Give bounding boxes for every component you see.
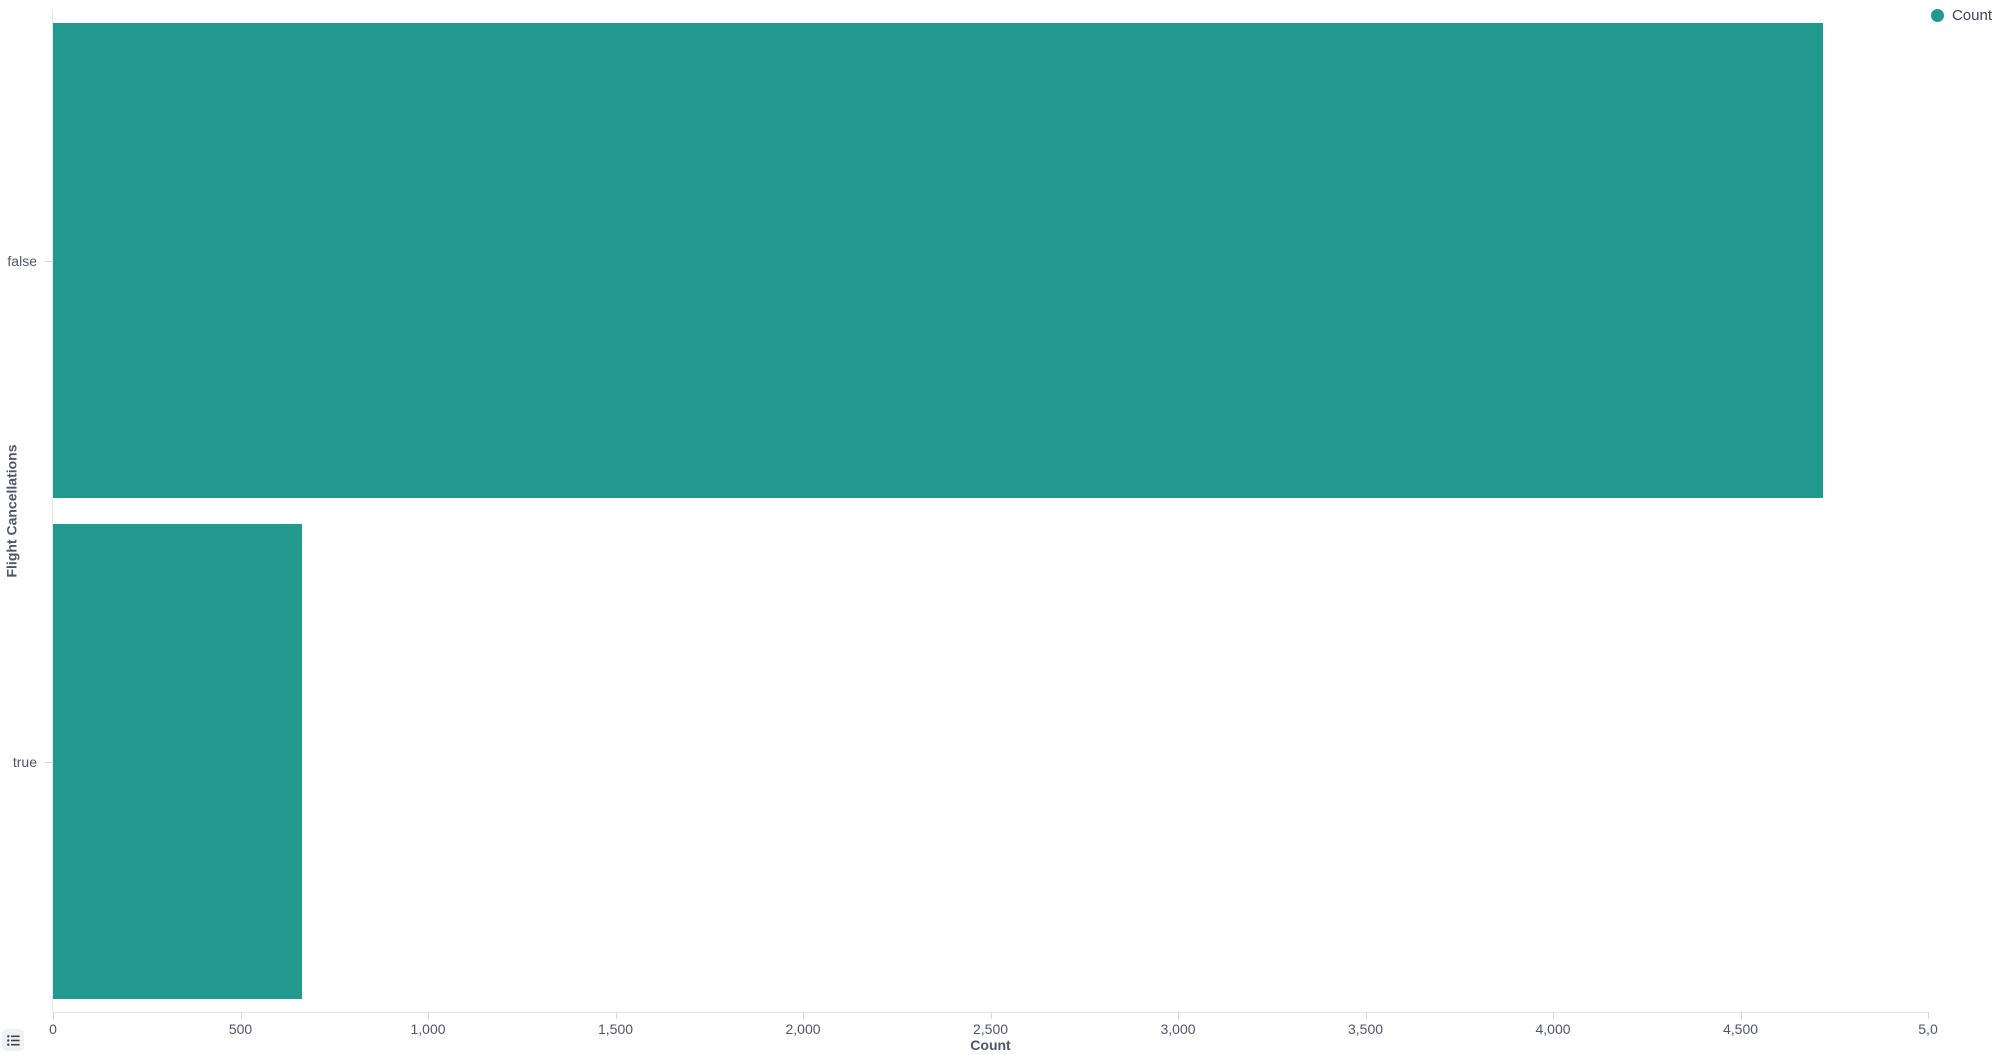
chart-legend[interactable]: Count xyxy=(1930,4,1992,26)
x-axis-tick xyxy=(990,1012,992,1019)
x-axis-tick xyxy=(1365,1012,1367,1019)
x-axis-tick xyxy=(428,1012,429,1019)
x-axis-tick-label: 3,500 xyxy=(1347,1021,1384,1037)
x-axis-tick-label: 1,500 xyxy=(597,1021,634,1037)
x-axis-tick xyxy=(1928,1012,1929,1019)
x-axis-tick xyxy=(240,1012,242,1019)
legend-color-swatch-count xyxy=(1930,8,1944,22)
x-axis-tick-label: 2,500 xyxy=(972,1021,1009,1037)
x-axis-tick xyxy=(1178,1012,1179,1019)
x-axis-tick xyxy=(53,1012,54,1019)
bar-false[interactable] xyxy=(53,22,1823,499)
y-axis-title-label: Flight Cancellations xyxy=(3,444,20,578)
y-axis-tick xyxy=(45,761,52,763)
x-axis-tick-label: 2,000 xyxy=(785,1021,821,1037)
x-axis-tick xyxy=(803,1012,804,1019)
x-axis-tick-label: 1,000 xyxy=(410,1021,446,1037)
x-axis-tick-label: 5,0 xyxy=(1918,1021,1938,1037)
x-axis-tick xyxy=(615,1012,617,1019)
bar-true[interactable] xyxy=(53,523,302,1000)
x-axis-tick-label: 4,000 xyxy=(1535,1021,1571,1037)
x-axis-tick xyxy=(1553,1012,1554,1019)
x-axis-tick-label: 3,000 xyxy=(1160,1021,1196,1037)
legend-label-count: Count xyxy=(1951,6,1992,24)
x-axis-tick-label: 0 xyxy=(49,1021,57,1037)
plot-area xyxy=(53,10,1928,1012)
list-icon xyxy=(6,1034,20,1046)
y-axis-tick-label: true xyxy=(12,753,37,770)
y-axis-title: Flight Cancellations xyxy=(2,10,20,1012)
legend-toggle-button[interactable] xyxy=(2,1029,24,1051)
x-axis-tick-label: 4,500 xyxy=(1722,1021,1759,1037)
x-axis-title: Count xyxy=(970,1037,1011,1053)
x-axis-tick xyxy=(1740,1012,1742,1019)
x-axis-tick-label: 500 xyxy=(228,1021,253,1037)
y-axis-tick xyxy=(45,260,52,262)
y-axis-tick-label: false xyxy=(7,252,37,269)
